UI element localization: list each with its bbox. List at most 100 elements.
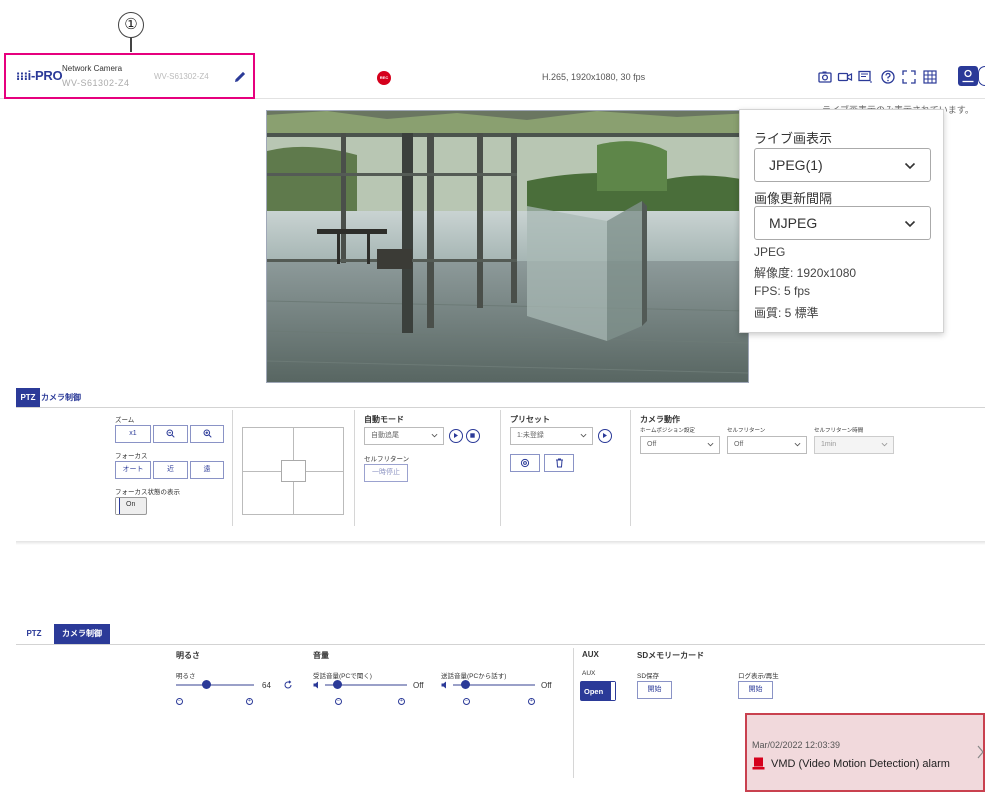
transmit-decrease-icon[interactable]: −	[463, 698, 470, 705]
chevron-down-icon	[580, 433, 587, 438]
preset-select[interactable]: 1:未登録	[510, 427, 593, 445]
settings-icon[interactable]	[978, 66, 985, 86]
alarm-message: VMD (Video Motion Detection) alarm	[771, 758, 950, 770]
preset-delete-button[interactable]	[544, 454, 574, 472]
receive-volume-value: Off	[413, 681, 424, 690]
fullscreen-icon[interactable]	[901, 69, 917, 85]
camera-action-title: カメラ動作	[640, 415, 680, 424]
tab-ptz[interactable]: PTZ	[16, 624, 52, 644]
multi-screen-icon[interactable]	[922, 69, 938, 85]
zoom-out-button[interactable]	[153, 425, 188, 443]
stream-select-icon[interactable]	[857, 69, 873, 85]
log-playback-start-button[interactable]: 開始	[738, 681, 773, 699]
pause-button[interactable]: 一時停止	[364, 464, 408, 482]
focus-label: フォーカス	[115, 453, 148, 460]
tab-camera-control[interactable]: カメラ制御	[54, 624, 110, 644]
live-image	[267, 111, 748, 382]
camera-title: WV-S61302-Z4	[62, 78, 130, 88]
focus-near-button[interactable]: 近	[153, 461, 188, 479]
focus-display-label: フォーカス状態の表示	[115, 489, 180, 496]
receive-volume-label: 受話音量(PCで聞く)	[313, 673, 372, 680]
transmit-volume-slider[interactable]	[453, 680, 535, 690]
chevron-down-icon	[431, 433, 438, 438]
tab-ptz[interactable]: PTZ	[16, 388, 40, 408]
live-display-select[interactable]: JPEG(1)	[754, 148, 931, 182]
toggle-handle	[116, 498, 120, 514]
focus-display-toggle[interactable]: On	[115, 497, 147, 515]
stream-resolution: 解像度: 1920x1080	[754, 266, 857, 280]
self-return-time-label: セルフリターン時間	[814, 428, 864, 434]
focus-display-value: On	[126, 501, 136, 508]
toggle-handle	[611, 682, 615, 700]
snapshot-icon[interactable]	[817, 69, 833, 85]
pan-tilt-pad[interactable]	[242, 427, 344, 515]
receive-increase-icon[interactable]: +	[398, 698, 405, 705]
chevron-down-icon	[904, 162, 916, 170]
preset-settings-button[interactable]	[510, 454, 540, 472]
receive-volume-slider[interactable]	[325, 680, 407, 690]
auto-mode-select[interactable]: 自動追尾	[364, 427, 444, 445]
stream-info: H.265, 1920x1080, 30 fps	[542, 72, 646, 82]
help-icon[interactable]	[880, 69, 896, 85]
stop-icon	[470, 433, 475, 438]
self-return-label: セルフリターン	[364, 456, 410, 463]
refresh-interval-label: 画像更新間隔	[754, 191, 833, 206]
record-video-icon[interactable]	[837, 69, 853, 85]
zoom-in-button[interactable]	[190, 425, 224, 443]
transmit-volume-label: 送話音量(PCから話す)	[441, 673, 507, 680]
focus-far-button[interactable]: 遠	[190, 461, 224, 479]
reset-icon[interactable]	[283, 680, 293, 690]
sd-save-start-button[interactable]: 開始	[637, 681, 672, 699]
brightness-value: 64	[262, 681, 271, 690]
self-return-time-select[interactable]: 1min	[814, 436, 894, 454]
edit-icon[interactable]	[232, 69, 248, 85]
zoom-in-icon	[203, 429, 212, 438]
live-display-value: JPEG(1)	[769, 157, 823, 173]
self-return-select[interactable]: Off	[727, 436, 807, 454]
user-icon[interactable]	[958, 66, 978, 86]
brightness-slider[interactable]	[176, 680, 254, 690]
refresh-interval-select[interactable]: MJPEG	[754, 206, 931, 240]
speaker-icon	[441, 681, 446, 689]
live-display-label: ライブ画表示	[754, 131, 833, 146]
i-pro-logo: ⁝⁝⁝i-PRO	[16, 68, 63, 83]
receive-volume-thumb[interactable]	[333, 680, 342, 689]
log-playback-label: ログ表示/再生	[738, 673, 779, 680]
alarm-timestamp: Mar/02/2022 12:03:39	[752, 740, 841, 750]
chevron-right-icon[interactable]	[977, 745, 985, 759]
brightness-label: 明るさ	[176, 673, 196, 680]
auto-mode-start-button[interactable]	[449, 429, 463, 443]
audio-title: 音量	[313, 651, 329, 660]
stream-format: JPEG	[754, 245, 786, 259]
sd-save-label: SD保存	[637, 673, 660, 680]
zoom-out-icon	[166, 429, 175, 438]
brightness-thumb[interactable]	[202, 680, 212, 689]
focus-auto-button[interactable]: オート	[115, 461, 151, 479]
brightness-decrease-icon[interactable]: −	[176, 698, 183, 705]
alarm-notification[interactable]: Mar/02/2022 12:03:39 VMD (Video Motion D…	[745, 713, 985, 792]
divider	[500, 410, 501, 526]
callout-number: ①	[118, 12, 144, 38]
product-type: Network Camera	[62, 64, 123, 73]
brightness-track	[176, 684, 254, 686]
live-video[interactable]	[266, 110, 749, 383]
brightness-increase-icon[interactable]: +	[246, 698, 253, 705]
receive-decrease-icon[interactable]: −	[335, 698, 342, 705]
preset-title: プリセット	[510, 415, 550, 424]
tab-camera-control[interactable]: カメラ制御	[40, 388, 82, 408]
auto-mode-value: 自動追尾	[371, 432, 399, 439]
zoom-x1-button[interactable]: x1	[115, 425, 151, 443]
speaker-icon	[313, 681, 318, 689]
home-position-select[interactable]: Off	[640, 436, 720, 454]
camera-model: WV-S61302-Z4	[154, 72, 209, 81]
transmit-increase-icon[interactable]: +	[528, 698, 535, 705]
preset-go-button[interactable]	[598, 429, 612, 443]
preset-value: 1:未登録	[517, 432, 544, 439]
stream-quality: 画質: 5 標準	[754, 306, 819, 320]
aux-toggle[interactable]: Open	[580, 681, 616, 701]
auto-mode-stop-button[interactable]	[466, 429, 480, 443]
transmit-volume-thumb[interactable]	[461, 680, 470, 689]
camera-panel-tabs: PTZ カメラ制御	[16, 624, 126, 644]
rec-icon[interactable]: REC	[377, 71, 391, 85]
home-position-label: ホームポジション設定	[640, 428, 695, 434]
